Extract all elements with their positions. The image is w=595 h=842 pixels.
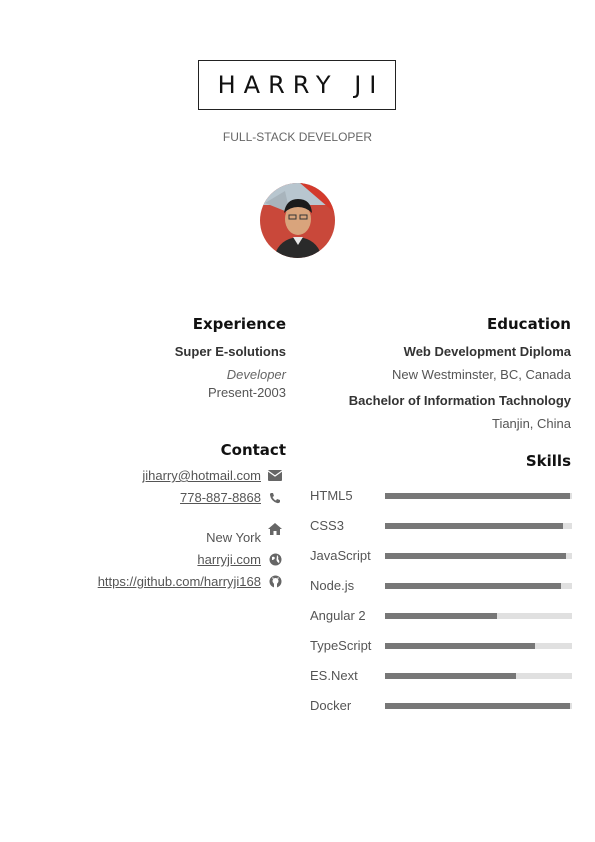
education-degree-2: Bachelor of Information Tachnology	[348, 393, 571, 408]
home-icon	[267, 522, 283, 536]
name-title: HARRY JI	[198, 60, 396, 110]
envelope-icon	[267, 469, 283, 483]
skill-bar-track	[385, 613, 572, 619]
contact-email: jiharry@hotmail.com	[142, 468, 283, 483]
experience-company: Super E-solutions	[174, 344, 286, 359]
contact-heading: Contact	[220, 441, 286, 459]
skill-label: HTML5	[310, 488, 353, 503]
location-text: New York	[206, 530, 261, 545]
github-link[interactable]: https://github.com/harryji168	[98, 574, 261, 589]
education-place-2: Tianjin, China	[491, 416, 571, 431]
education-place-1: New Westminster, BC, Canada	[392, 367, 571, 382]
contact-website: harryji.com	[197, 552, 283, 567]
skill-bar-track	[385, 673, 572, 679]
skill-bar-track	[385, 493, 572, 499]
skill-bar-fill	[385, 673, 516, 679]
phone-icon	[267, 491, 283, 505]
skill-label: TypeScript	[310, 638, 372, 653]
education-heading: Education	[487, 315, 571, 333]
skill-bar-track	[385, 583, 572, 589]
experience-heading: Experience	[192, 315, 286, 333]
skill-bar-fill	[385, 703, 571, 709]
education-degree-1: Web Development Diploma	[403, 344, 571, 359]
skill-bar-fill	[385, 583, 561, 589]
skill-label: Node.js	[310, 578, 355, 593]
email-link[interactable]: jiharry@hotmail.com	[142, 468, 261, 483]
globe-icon	[267, 553, 283, 567]
skill-bar-track	[385, 553, 572, 559]
skill-bar-track	[385, 703, 572, 709]
website-link[interactable]: harryji.com	[197, 552, 261, 567]
contact-location: New York	[206, 521, 283, 545]
skills-heading: Skills	[525, 452, 571, 470]
skill-label: CSS3	[310, 518, 344, 533]
skill-bar-fill	[385, 613, 498, 619]
contact-phone: 778-887-8868	[180, 490, 283, 505]
experience-period: Present-2003	[207, 385, 286, 400]
skill-bar-fill	[385, 493, 571, 499]
skill-bar-fill	[385, 643, 535, 649]
experience-role: Developer	[226, 367, 286, 382]
phone-link[interactable]: 778-887-8868	[180, 490, 261, 505]
skill-label: JavaScript	[310, 548, 371, 563]
skill-bar-fill	[385, 553, 567, 559]
skill-bar-track	[385, 643, 572, 649]
skill-bar-fill	[385, 523, 563, 529]
avatar	[260, 183, 335, 258]
skill-label: ES.Next	[310, 668, 358, 683]
job-title: FULL-STACK DEVELOPER	[222, 130, 373, 144]
skill-bar-track	[385, 523, 572, 529]
skill-label: Docker	[310, 698, 352, 713]
github-icon	[267, 575, 283, 589]
skill-label: Angular 2	[310, 608, 366, 623]
contact-github: https://github.com/harryji168	[98, 574, 283, 589]
